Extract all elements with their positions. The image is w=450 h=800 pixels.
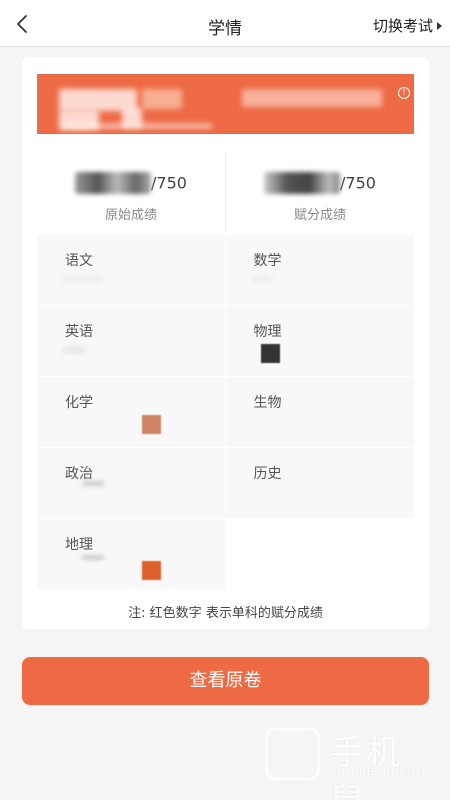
- raw-score-label: 原始成绩: [104, 208, 157, 223]
- switch-exam-label: 切换考试: [372, 17, 433, 35]
- raw-score-max: /750: [151, 173, 187, 193]
- exam-banner: !: [37, 74, 414, 134]
- assigned-score-max: /750: [340, 173, 376, 193]
- switch-exam-button[interactable]: 切换考试: [373, 15, 442, 36]
- subject-name: 物理: [253, 324, 282, 340]
- subject-cell: 英语: [37, 306, 226, 377]
- subject-cell: 地理: [37, 519, 226, 590]
- legend-note: 注: 红色数字 表示单科的赋分成绩: [128, 606, 323, 621]
- subject-cell: 化学: [37, 377, 226, 448]
- assigned-score: /750 赋分成绩: [225, 152, 414, 232]
- subject-name: 历史: [253, 466, 282, 482]
- subject-name: 地理: [65, 537, 93, 553]
- score-card: ! /750 原始成绩 /750 赋分成绩 语文 数学 英语 物理 化学 生物 …: [22, 57, 429, 629]
- subject-cell: 数学: [225, 235, 414, 306]
- info-icon[interactable]: !: [398, 87, 410, 99]
- subject-name: 数学: [253, 253, 282, 269]
- empty-cell: [225, 519, 414, 590]
- subject-cell: 历史: [225, 448, 414, 519]
- subject-grid: 语文 数学 英语 物理 化学 生物 政治 历史 地理: [37, 235, 414, 590]
- subject-name: 英语: [65, 324, 93, 340]
- assigned-score-value: [264, 172, 341, 194]
- subject-name: 政治: [65, 466, 93, 482]
- watermark-logo: 手机鼠 SHOUJISHU.COM: [265, 725, 426, 800]
- raw-score: /750 原始成绩: [37, 152, 225, 232]
- total-scores: /750 原始成绩 /750 赋分成绩: [37, 152, 414, 232]
- watermark-sub: SHOUJISHU.COM: [330, 767, 426, 778]
- subject-name: 化学: [65, 395, 93, 411]
- subject-name: 语文: [65, 253, 93, 269]
- assigned-score-label: 赋分成绩: [293, 208, 346, 223]
- raw-score-value: [75, 172, 152, 194]
- subject-cell: 生物: [225, 377, 414, 448]
- view-paper-button[interactable]: 查看原卷: [22, 657, 429, 705]
- score-chip: [142, 561, 161, 580]
- watermark-text: 手机鼠: [330, 733, 402, 800]
- subject-cell: 政治: [37, 448, 226, 519]
- subject-cell: 语文: [37, 235, 226, 306]
- score-chip: [260, 344, 280, 363]
- subject-name: 生物: [253, 395, 282, 411]
- score-chip: [142, 415, 161, 434]
- top-bar: 学情 切换考试: [0, 0, 450, 47]
- subject-cell: 物理: [225, 306, 414, 377]
- caret-right-icon: [437, 21, 442, 30]
